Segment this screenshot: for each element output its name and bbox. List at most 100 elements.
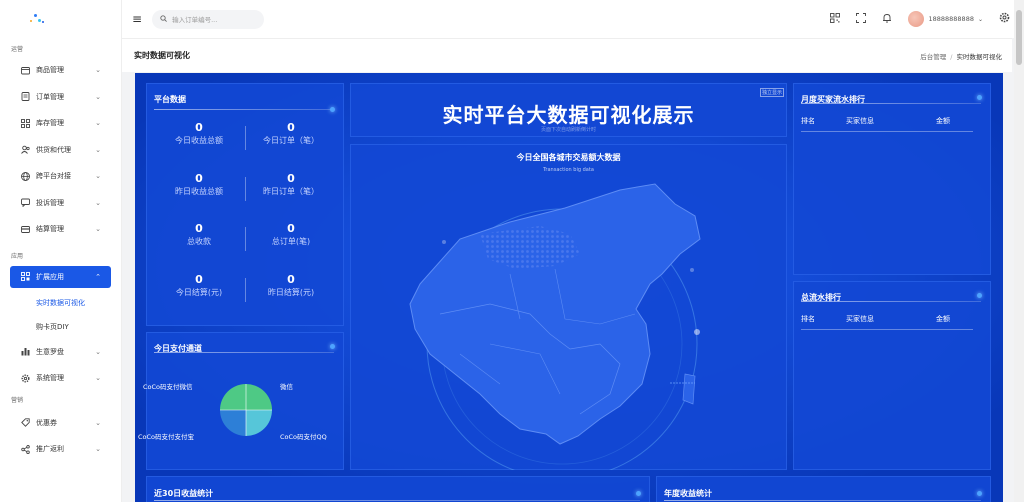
section-label-ops: 运营 bbox=[11, 46, 24, 53]
search-icon bbox=[160, 14, 167, 24]
legend-coco-alipay: CoCo码支付支付宝 bbox=[138, 433, 195, 441]
username: 18888888888 bbox=[928, 15, 974, 23]
divider bbox=[801, 301, 981, 302]
stat-total-orders: 0 总订单(笔) bbox=[271, 222, 311, 246]
sidebar-item-inventory[interactable]: 库存管理 ⌄ bbox=[0, 110, 121, 137]
sidebar-item-label: 扩展应用 bbox=[36, 272, 64, 281]
chevron-down-icon: ⌄ bbox=[95, 119, 101, 128]
sidebar-item-settlement[interactable]: 结算管理 ⌄ bbox=[0, 216, 121, 243]
visualization-dashboard: 平台数据 0 今日收益总额 0 今日订单（笔） 0 昨日收益总额 0 昨日订单（笔） 0… bbox=[135, 73, 1003, 502]
section-label-marketing: 营销 bbox=[11, 396, 24, 404]
china-map bbox=[409, 183, 701, 470]
inventory-icon bbox=[20, 118, 30, 128]
pie-slice-wechat bbox=[246, 384, 272, 410]
chevron-down-icon: ⌄ bbox=[95, 198, 101, 207]
topbar-actions: 18888888888 ⌄ bbox=[830, 0, 1010, 38]
submenu-item-realtime-visualization[interactable]: 实时数据可视化 bbox=[0, 291, 121, 315]
scrollbar-thumb[interactable] bbox=[1016, 10, 1022, 65]
chevron-down-icon: ⌄ bbox=[95, 92, 101, 101]
user-menu[interactable]: 18888888888 ⌄ bbox=[908, 11, 983, 27]
pie-slice-coco-qq bbox=[246, 410, 272, 436]
column-header-rank: 排名 bbox=[801, 315, 815, 323]
search-placeholder: 输入订单编号... bbox=[172, 16, 218, 24]
stat-yesterday-settlement: 0 昨日结算(元) bbox=[267, 273, 315, 297]
column-header-amount: 金额 bbox=[936, 315, 950, 323]
sidebar: 运营 商品管理 ⌄ 订单管理 ⌄ 库存管理 ⌄ 供货和代理 ⌄ 跨平台对接 ⌄ bbox=[0, 0, 122, 502]
sidebar-item-label: 生意罗盘 bbox=[36, 347, 64, 356]
sidebar-item-label: 优惠券 bbox=[36, 418, 57, 427]
breadcrumb: 后台管理 / 实时数据可视化 bbox=[920, 52, 1002, 61]
chevron-down-icon: ⌄ bbox=[977, 15, 983, 23]
sidebar-item-products[interactable]: 商品管理 ⌄ bbox=[0, 57, 121, 84]
stat-today-orders: 0 今日订单（笔） bbox=[263, 121, 319, 145]
logo[interactable] bbox=[0, 0, 121, 38]
submenu-item-card-page-diy[interactable]: 购卡页DIY bbox=[0, 315, 121, 339]
chevron-up-icon: ⌃ bbox=[95, 272, 101, 281]
sidebar-item-label: 推广返利 bbox=[36, 445, 64, 454]
sidebar-item-orders[interactable]: 订单管理 ⌄ bbox=[0, 84, 121, 111]
sidebar-item-system[interactable]: 系统管理 ⌄ bbox=[0, 365, 121, 392]
settings-gear-icon[interactable] bbox=[999, 12, 1010, 26]
indicator-dot bbox=[977, 95, 982, 100]
independent-display-button[interactable]: 独立显示 bbox=[759, 88, 784, 97]
globe-icon bbox=[20, 171, 30, 181]
chevron-down-icon: ⌄ bbox=[95, 225, 101, 234]
sidebar-item-label: 投诉管理 bbox=[36, 198, 64, 207]
legend-coco-wechat: CoCo码支付微信 bbox=[143, 383, 193, 391]
annual-revenue-panel: 年度收益统计 bbox=[656, 476, 991, 502]
supplier-icon bbox=[20, 145, 30, 155]
vertical-scrollbar[interactable] bbox=[1014, 0, 1024, 502]
sidebar-item-label: 跨平台对接 bbox=[36, 172, 71, 181]
complaint-icon bbox=[20, 198, 30, 208]
indicator-dot bbox=[977, 293, 982, 298]
bar-chart-icon bbox=[20, 347, 30, 357]
page-header: 实时数据可视化 后台管理 / 实时数据可视化 bbox=[122, 38, 1012, 72]
coupon-icon bbox=[20, 418, 30, 428]
sidebar-item-referral[interactable]: 推广返利 ⌄ bbox=[0, 436, 121, 463]
stat-today-revenue: 0 今日收益总额 bbox=[175, 121, 223, 145]
indicator-dot bbox=[636, 491, 641, 496]
total-flow-rank-panel: 总流水排行 排名 买家信息 金额 bbox=[793, 281, 991, 470]
sidebar-item-extended-apps[interactable]: 扩展应用 ⌃ bbox=[10, 265, 111, 288]
chevron-down-icon: ⌄ bbox=[95, 418, 101, 427]
chevron-down-icon: ⌄ bbox=[95, 145, 101, 154]
sidebar-item-label: 供货和代理 bbox=[36, 145, 71, 154]
platform-data-panel: 平台数据 0 今日收益总额 0 今日订单（笔） 0 昨日收益总额 0 昨日订单（笔） 0… bbox=[146, 83, 344, 326]
qrcode-icon[interactable] bbox=[830, 12, 841, 26]
sidebar-item-coupons[interactable]: 优惠券 ⌄ bbox=[0, 410, 121, 437]
sidebar-item-label: 商品管理 bbox=[36, 66, 64, 75]
panel-title: 年度收益统计 bbox=[664, 489, 712, 498]
chevron-down-icon: ⌄ bbox=[95, 172, 101, 181]
rank-table-header: 排名 买家信息 金额 bbox=[801, 116, 973, 132]
sidebar-item-complaints[interactable]: 投诉管理 ⌄ bbox=[0, 190, 121, 217]
section-label-app: 应用 bbox=[11, 252, 24, 260]
chevron-down-icon: ⌄ bbox=[95, 66, 101, 75]
menu-toggle-icon[interactable]: ≡ bbox=[132, 12, 142, 26]
share-icon bbox=[20, 444, 30, 454]
panel-title: 近30日收益统计 bbox=[154, 489, 214, 498]
fullscreen-icon[interactable] bbox=[856, 12, 867, 26]
sidebar-item-label: 系统管理 bbox=[36, 374, 64, 383]
sidebar-item-crossplatform[interactable]: 跨平台对接 ⌄ bbox=[0, 163, 121, 190]
refresh-countdown-text: 页面下次自动刷新倒计时 bbox=[540, 127, 596, 133]
search-input[interactable]: 输入订单编号... bbox=[152, 9, 265, 29]
pie-slice-coco-alipay bbox=[220, 410, 246, 436]
dashboard-main-title: 实时平台大数据可视化展示 bbox=[442, 103, 695, 127]
column-header-rank: 排名 bbox=[801, 117, 815, 125]
map-panel: 今日全国各城市交易额大数据 Transaction big data bbox=[350, 144, 787, 470]
divider bbox=[801, 103, 981, 104]
bell-icon[interactable] bbox=[882, 13, 892, 26]
divider bbox=[154, 109, 334, 110]
chevron-down-icon: ⌄ bbox=[95, 347, 101, 356]
column-header-buyer: 买家信息 bbox=[846, 117, 874, 125]
sidebar-item-supplier[interactable]: 供货和代理 ⌄ bbox=[0, 137, 121, 164]
column-header-amount: 金额 bbox=[936, 117, 950, 125]
legend-coco-qq: CoCo码支付QQ bbox=[280, 433, 327, 441]
indicator-dot bbox=[977, 491, 982, 496]
grid-icon bbox=[20, 272, 30, 282]
sidebar-item-business-compass[interactable]: 生意罗盘 ⌄ bbox=[0, 339, 121, 366]
breadcrumb-link[interactable]: 后台管理 bbox=[920, 53, 946, 61]
sidebar-item-label: 库存管理 bbox=[36, 119, 64, 128]
sidebar-item-label: 订单管理 bbox=[36, 92, 64, 101]
gear-icon bbox=[20, 373, 30, 383]
